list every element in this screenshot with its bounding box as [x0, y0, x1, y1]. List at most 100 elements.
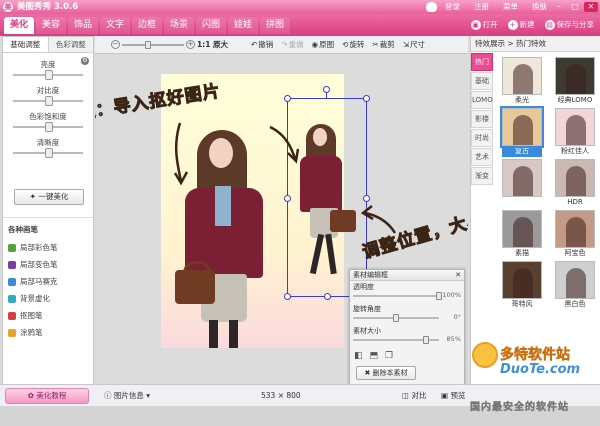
zoom-in-button[interactable]: + — [186, 40, 195, 49]
tool-rotate-button[interactable]: ⟲ 旋转 — [342, 38, 364, 52]
maximize-button[interactable]: □ — [568, 2, 582, 12]
effect-category-4[interactable]: 时尚 — [471, 129, 493, 147]
brush-item-3[interactable]: 背景虚化 — [8, 290, 88, 307]
zoom-slider[interactable] — [122, 44, 184, 46]
effect-category-2[interactable]: LOMO — [471, 91, 493, 109]
delete-material-button[interactable]: ✖ 删除本素材 — [356, 366, 416, 380]
effect-label: HDR — [567, 198, 583, 206]
menu-link[interactable]: 菜单 — [503, 1, 518, 13]
effect-category-1[interactable]: 基础 — [471, 72, 493, 90]
material-slider-2[interactable]: 素材大小 85% — [353, 326, 461, 347]
plus-icon: + — [507, 20, 518, 30]
tab-4[interactable]: 边框 — [132, 17, 162, 34]
brush-item-5[interactable]: 涂鸦笔 — [8, 324, 88, 341]
tab-3[interactable]: 文字 — [100, 17, 130, 34]
original-icon: ◉ — [311, 40, 319, 49]
adjust-slider-1[interactable]: 对比度 — [9, 85, 87, 109]
effect-thumbnail[interactable]: HDR — [550, 159, 600, 210]
material-slider-1[interactable]: 旋转角度 0° — [353, 304, 461, 325]
watermark-slogan: 国内最安全的软件站 — [470, 402, 569, 413]
tab-basic-adjust[interactable]: 基础调整 — [3, 37, 49, 52]
tool-undo-button[interactable]: ↶ 撤销 — [251, 38, 273, 52]
zoom-out-button[interactable]: − — [111, 40, 120, 49]
tool-original-button[interactable]: ◉ 原图 — [312, 38, 335, 52]
compare-button[interactable]: ◫ 对比 — [402, 388, 426, 404]
tab-8[interactable]: 拼图 — [260, 17, 290, 34]
adjust-slider-knob[interactable] — [45, 122, 53, 132]
flip-vertical-icon[interactable]: ⬒ — [370, 350, 379, 362]
effect-thumbnail[interactable]: 哥特风 — [497, 261, 547, 312]
tab-7[interactable]: 娃娃 — [228, 17, 258, 34]
close-button[interactable]: ✕ — [584, 2, 598, 12]
material-slider-knob[interactable] — [423, 336, 430, 344]
effect-preview — [555, 108, 595, 146]
watermark-mascot-icon — [472, 342, 498, 368]
effect-label: 经典LOMO — [557, 96, 593, 104]
register-link[interactable]: 注册 — [474, 1, 489, 13]
tab-color-adjust[interactable]: 色彩调整 — [49, 37, 94, 52]
tool-crop-button[interactable]: ✂ 裁剪 — [372, 38, 394, 52]
brush-label: 局部变色笔 — [20, 260, 58, 269]
effect-thumbnail[interactable]: 素描 — [497, 210, 547, 261]
adjust-slider-knob[interactable] — [45, 70, 53, 80]
minimize-button[interactable]: – — [552, 2, 566, 12]
adjust-slider-2[interactable]: 色彩饱和度 — [9, 111, 87, 135]
effect-label: 复古 — [502, 146, 542, 157]
actual-size-button[interactable]: 1:1 原大 — [197, 38, 228, 52]
open-button[interactable]: ▣ 打开 — [470, 18, 498, 32]
beautify-tutorial-button[interactable]: ✿ 美化教程 — [5, 388, 89, 404]
adjust-slider-knob[interactable] — [45, 96, 53, 106]
material-slider-0[interactable]: 透明度 100% — [353, 282, 461, 303]
brush-item-1[interactable]: 局部变色笔 — [8, 256, 88, 273]
copy-icon[interactable]: ❐ — [385, 350, 393, 362]
effect-preview — [502, 210, 542, 248]
effect-category-6[interactable]: 渐变 — [471, 167, 493, 185]
tab-0[interactable]: 美化 — [4, 17, 34, 34]
zoom-slider-knob[interactable] — [145, 41, 152, 49]
effect-thumbnail[interactable]: 黑白色 — [550, 261, 600, 312]
login-link[interactable]: 登录 — [445, 1, 460, 13]
main-area: − + 1:1 原大 ↶撤销 ↷重做 ◉原图 ⟲旋转 ✂裁剪 ⇲尺寸 — [95, 36, 468, 384]
effect-thumbnail[interactable]: 阿宝色 — [550, 210, 600, 261]
image-info-button[interactable]: ⓘ 图片信息 ▾ — [104, 388, 150, 404]
tool-resize-button[interactable]: ⇲ 尺寸 — [403, 38, 425, 52]
tab-1[interactable]: 美容 — [36, 17, 66, 34]
effect-thumbnail[interactable]: 粉红佳人 — [550, 108, 600, 159]
brush-icon — [8, 294, 16, 303]
title-bar: 美 美图秀秀 3.0.6 登录 注册 菜单 换肤 – □ ✕ — [0, 0, 600, 14]
brush-item-0[interactable]: 局部彩色笔 — [8, 239, 88, 256]
photo-canvas[interactable]: 右键：导入抠好图片 调整位置，大小 素材编辑框 ✕ 透明度 100% 旋转角度 0° 素… — [95, 55, 468, 384]
app-logo-icon: 美 — [3, 2, 13, 12]
effect-thumbnail[interactable]: 复古 — [497, 106, 547, 159]
effect-thumbnail[interactable]: 柔光 — [497, 57, 547, 108]
material-slider-track[interactable] — [353, 295, 439, 297]
flip-horizontal-icon[interactable]: ◧ — [354, 350, 363, 362]
tool-label: 尺寸 — [410, 40, 426, 49]
one-key-beautify-button[interactable]: ✦ 一键美化 — [14, 189, 84, 205]
effect-category-5[interactable]: 艺术 — [471, 148, 493, 166]
new-button[interactable]: + 新建 — [507, 18, 535, 32]
material-slider-knob[interactable] — [393, 314, 399, 322]
effect-category-3[interactable]: 影楼 — [471, 110, 493, 128]
tab-2[interactable]: 饰品 — [68, 17, 98, 34]
image-size: 533 × 800 — [261, 391, 301, 400]
brush-item-4[interactable]: 抠图笔 — [8, 307, 88, 324]
adjust-slider-label: 清晰度 — [36, 138, 60, 147]
effect-thumbnail[interactable] — [497, 159, 547, 210]
tool-label: 旋转 — [349, 40, 365, 49]
tab-6[interactable]: 闪图 — [196, 17, 226, 34]
save-share-button[interactable]: ▤ 保存与分享 — [544, 18, 594, 32]
adjust-slider-knob[interactable] — [45, 148, 53, 158]
preview-button[interactable]: ▣ 预览 — [441, 388, 465, 404]
material-slider-knob[interactable] — [436, 292, 442, 300]
material-editor-close-icon[interactable]: ✕ — [455, 270, 461, 281]
effect-category-0[interactable]: 热门 — [471, 53, 493, 71]
tab-5[interactable]: 场景 — [164, 17, 194, 34]
adjust-slider-0[interactable]: 亮度 — [9, 59, 87, 83]
adjust-slider-3[interactable]: 清晰度 — [9, 137, 87, 161]
skin-link[interactable]: 换肤 — [532, 1, 547, 13]
tool-redo-button[interactable]: ↷ 重做 — [281, 38, 303, 52]
effect-preview — [555, 57, 595, 95]
effect-thumbnail[interactable]: 经典LOMO — [550, 57, 600, 108]
brush-item-2[interactable]: 局部马赛克 — [8, 273, 88, 290]
